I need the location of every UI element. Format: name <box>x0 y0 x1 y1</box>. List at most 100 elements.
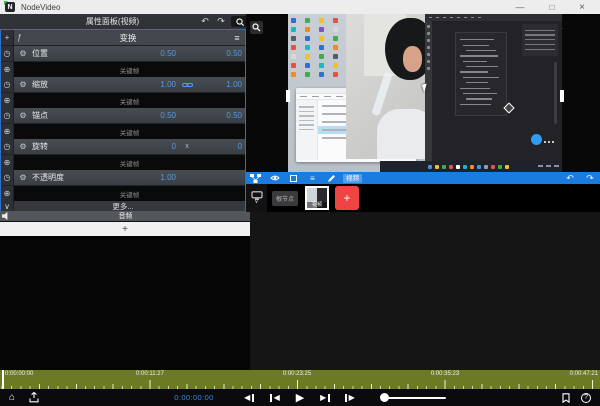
step-back-button[interactable]: ◀ <box>240 389 258 406</box>
property-row-scale[interactable]: ◷ ⚙ 缩放 1.00 1.00 <box>1 77 245 93</box>
property-value-x[interactable]: 0.50 <box>132 111 176 120</box>
desktop-icon <box>319 45 324 50</box>
keyframe-row[interactable]: ⊕ 关键帧 <box>1 124 245 139</box>
close-button[interactable]: × <box>570 0 594 14</box>
desktop-icons <box>291 18 349 77</box>
stopwatch-icon[interactable]: ◷ <box>1 46 14 61</box>
minimize-button[interactable]: — <box>508 0 532 14</box>
home-button[interactable]: ⌂ <box>4 389 20 406</box>
current-timecode: 0:00:00:00 <box>158 389 230 406</box>
desktop-icon <box>319 27 324 32</box>
timeline-zoom-knob[interactable] <box>380 393 389 402</box>
taskbar-icon <box>477 165 481 169</box>
video-frame[interactable] <box>288 14 562 172</box>
property-row-opacity[interactable]: ◷ ⚙ 不透明度 1.00 <box>1 170 245 186</box>
fx-icon[interactable]: ƒ <box>17 33 27 42</box>
step-forward-button[interactable]: ▶ <box>341 389 359 406</box>
stopwatch-icon[interactable]: ◷ <box>1 108 14 123</box>
timeline-track-area-left[interactable] <box>0 236 250 370</box>
property-row-rotation[interactable]: ◷ ⚙ 旋转 0 x 0 <box>1 139 245 155</box>
audio-section-header[interactable]: 音频 <box>0 211 250 221</box>
stopwatch-icon[interactable]: ◷ <box>1 77 14 92</box>
keyframe-row[interactable]: ⊕ 关键帧 <box>1 155 245 170</box>
taskbar-icon <box>449 165 453 169</box>
stopwatch-icon[interactable]: ◷ <box>1 170 14 185</box>
eye-icon[interactable] <box>265 174 284 182</box>
property-value-x[interactable]: 0 <box>132 142 176 151</box>
audio-label: 音频 <box>13 211 250 221</box>
link-icon[interactable] <box>176 81 198 89</box>
move-icon[interactable]: + <box>1 30 14 45</box>
desktop-icon <box>319 63 324 68</box>
gear-icon[interactable]: ⚙ <box>17 111 29 120</box>
zoom-tool-icon[interactable] <box>250 21 263 34</box>
app-title: NodeVideo <box>21 3 60 12</box>
redo-button[interactable]: ↷ <box>580 173 600 184</box>
node-graph-icon[interactable] <box>246 174 265 183</box>
stopwatch-icon[interactable]: ◷ <box>1 139 14 154</box>
desktop-icon <box>305 63 310 68</box>
keyframe-row[interactable]: ⊕ 关键帧 <box>1 62 245 77</box>
gear-icon[interactable]: ⚙ <box>17 142 29 151</box>
bounds-icon[interactable] <box>284 175 303 182</box>
add-node-button[interactable]: + <box>335 186 359 210</box>
root-node-button[interactable]: 根节点 <box>272 191 298 206</box>
add-keyframe-icon[interactable]: ⊕ <box>1 93 14 108</box>
gear-icon[interactable]: ⚙ <box>17 49 29 58</box>
desktop-icon <box>305 18 310 23</box>
property-row-anchor[interactable]: ◷ ⚙ 锚点 0.50 0.50 <box>1 108 245 124</box>
snapshot-icon[interactable] <box>231 16 247 27</box>
selection-handle-left[interactable] <box>286 90 290 102</box>
add-keyframe-icon[interactable]: ⊕ <box>1 186 14 201</box>
property-value-y[interactable]: 1.00 <box>198 80 242 89</box>
undo-button[interactable]: ↶ <box>560 173 580 184</box>
playhead[interactable] <box>2 370 4 389</box>
property-value-y[interactable]: 0 <box>198 142 242 151</box>
maximize-button[interactable]: □ <box>540 0 564 14</box>
gear-icon[interactable]: ⚙ <box>17 173 29 182</box>
bookmark-icon[interactable] <box>558 389 574 406</box>
dark-app-menubar <box>425 14 562 21</box>
go-to-start-button[interactable]: ◀ <box>266 389 284 406</box>
redo-button[interactable]: ↷ <box>213 16 229 27</box>
timeline-ruler[interactable]: 0:00:00:00 0:00:11:27 0:00:23:25 0:00:35… <box>0 370 600 389</box>
add-track-button[interactable]: + <box>0 222 250 236</box>
property-value-y[interactable]: 0.50 <box>198 111 242 120</box>
go-to-end-button[interactable]: ▶ <box>316 389 334 406</box>
timeline-track-area-right[interactable] <box>250 212 600 370</box>
property-value-x[interactable]: 1.00 <box>132 80 176 89</box>
export-button[interactable] <box>26 389 42 406</box>
node-thumbnail-label: 视频 <box>307 202 327 208</box>
add-keyframe-icon[interactable]: ⊕ <box>1 124 14 139</box>
property-value-y[interactable]: 0.50 <box>198 49 242 58</box>
section-menu-icon[interactable]: ≡ <box>229 33 245 43</box>
desktop-icon <box>305 72 310 77</box>
output-monitor-button[interactable]: ∨ <box>246 184 267 212</box>
ruler-time: 0:00:35:23 <box>431 371 459 377</box>
recorded-cursor-highlight <box>531 134 542 145</box>
help-button[interactable]: ? <box>578 389 594 406</box>
edit-pencil-icon[interactable] <box>322 174 341 183</box>
desktop-icon <box>333 63 338 68</box>
add-keyframe-icon[interactable]: ⊕ <box>1 155 14 170</box>
add-keyframe-icon[interactable]: ⊕ <box>1 62 14 77</box>
property-row-position[interactable]: ◷ ⚙ 位置 0.50 0.50 <box>1 46 245 62</box>
preview-area[interactable] <box>246 14 600 172</box>
node-thumbnail[interactable]: 视频 <box>305 186 329 210</box>
editing-node-name[interactable]: 视频 <box>343 174 362 183</box>
transform-section-header[interactable]: + ƒ 变换 ≡ <box>1 30 245 46</box>
desktop-icon <box>333 36 338 41</box>
taskbar-icons <box>428 165 509 169</box>
gear-icon[interactable]: ⚙ <box>17 80 29 89</box>
property-value-x[interactable]: 0.50 <box>132 49 176 58</box>
undo-button[interactable]: ↶ <box>197 16 213 27</box>
keyframe-row[interactable]: ⊕ 关键帧 <box>1 93 245 108</box>
play-button[interactable]: ▶ <box>291 389 309 406</box>
list-icon[interactable]: ≡ <box>303 174 322 183</box>
keyframe-row[interactable]: ⊕ 关键帧 <box>1 186 245 201</box>
timeline-zoom-slider[interactable] <box>384 397 446 399</box>
selection-handle-right[interactable] <box>560 90 564 102</box>
titlebar: N NodeVideo — □ × <box>0 0 600 14</box>
property-value[interactable]: 1.00 <box>132 173 176 182</box>
recorded-dark-app <box>425 14 562 161</box>
